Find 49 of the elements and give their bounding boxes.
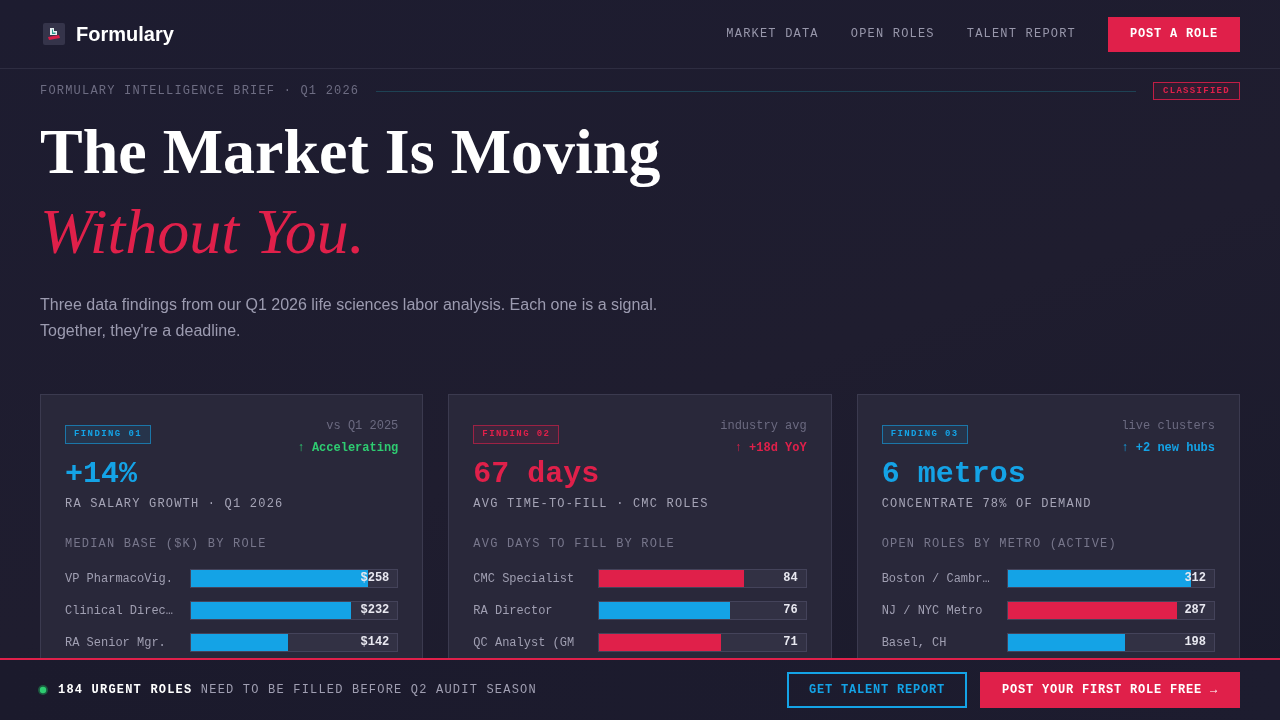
- trend-indicator: ↑ Accelerating: [297, 440, 399, 457]
- brand-name: Formulary: [76, 22, 174, 46]
- logo-icon: [43, 23, 65, 45]
- nav-link[interactable]: OPEN ROLES: [850, 26, 935, 42]
- comparison-note: vs Q1 2025: [326, 418, 399, 435]
- headline: The Market Is Moving: [40, 115, 661, 189]
- finding-tag: FINDING 01: [65, 425, 151, 444]
- bar-value: 76: [783, 602, 798, 619]
- post-role-button[interactable]: POST A ROLE: [1108, 16, 1240, 52]
- nav-link[interactable]: MARKET DATA: [726, 26, 819, 42]
- bar-label: Basel, CH: [881, 634, 948, 651]
- bar-label: VP PharmacoVig.: [65, 570, 175, 587]
- brief-label: FORMULARY INTELLIGENCE BRIEF · Q1 2026: [40, 83, 360, 99]
- bar-label: Clinical Direc…: [65, 602, 175, 619]
- comparison-note: live clusters: [1121, 418, 1215, 435]
- bar-label: QC Analyst (GM: [473, 634, 576, 651]
- finding-tag: FINDING 02: [473, 425, 560, 444]
- bar-value: 84: [783, 570, 798, 587]
- metric-caption: CONCENTRATE 78% OF DEMAND: [881, 496, 1092, 513]
- post-free-role-button[interactable]: POST YOUR FIRST ROLE FREE →: [979, 672, 1240, 708]
- classified-tag: CLASSIFIED: [1153, 82, 1240, 100]
- urgent-message: 184 URGENT ROLES NEED TO BE FILLED BEFORE Q2 AUDIT SEASON: [58, 682, 537, 698]
- intro-paragraph: Three data findings from our Q1 2026 life sciences labor analysis. Each one is a signal. Together, they're a deadline.: [40, 295, 659, 341]
- talent-report-button[interactable]: GET TALENT REPORT: [786, 672, 967, 708]
- metric-value: 67 days: [473, 458, 600, 490]
- nav-link[interactable]: TALENT REPORT: [966, 26, 1076, 42]
- metric-caption: AVG TIME-TO-FILL · CMC ROLES: [473, 496, 709, 513]
- chart-title: OPEN ROLES BY METRO (ACTIVE): [881, 536, 1117, 553]
- metric-value: +14%: [65, 458, 137, 490]
- metric-caption: RA SALARY GROWTH · Q1 2026: [65, 496, 284, 513]
- bar-value: 198: [1184, 634, 1206, 651]
- bar-label: Boston / Cambr…: [881, 570, 991, 587]
- bar-label: NJ / NYC Metro: [881, 602, 984, 619]
- status-dot-icon: [38, 685, 48, 695]
- bar-label: CMC Specialist: [473, 570, 576, 587]
- chart-title: AVG DAYS TO FILL BY ROLE: [473, 536, 675, 553]
- bar-value: $232: [360, 602, 390, 619]
- bar-label: RA Senior Mgr.: [65, 634, 167, 651]
- metric-value: 6 metros: [881, 458, 1026, 490]
- bar-value: $142: [360, 634, 390, 651]
- trend-indicator: ↑ +18d YoY: [734, 440, 807, 457]
- finding-tag: FINDING 03: [881, 425, 968, 444]
- bar-value: 287: [1184, 602, 1206, 619]
- chart-title: MEDIAN BASE ($K) BY ROLE: [65, 536, 267, 553]
- bar-value: 71: [783, 634, 798, 651]
- bar-label: RA Director: [473, 602, 554, 619]
- trend-indicator: ↑ +2 new hubs: [1121, 440, 1215, 457]
- comparison-note: industry avg: [720, 418, 807, 435]
- headline-accent: Without You.: [40, 195, 365, 269]
